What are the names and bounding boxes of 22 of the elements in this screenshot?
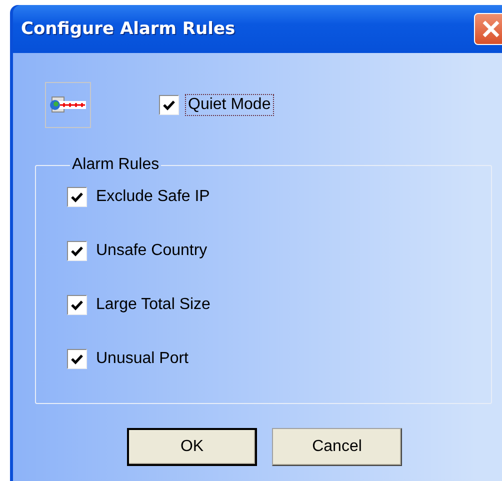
checkbox-label: Exclude Safe IP: [95, 187, 211, 207]
checkbox[interactable]: [67, 349, 87, 369]
checkbox[interactable]: [67, 187, 87, 207]
checkbox-label: Unsafe Country: [95, 241, 208, 261]
group-title: Alarm Rules: [71, 156, 160, 174]
checkbox-label: Quiet Mode: [185, 94, 274, 116]
check-icon: [71, 353, 83, 365]
check-icon: [71, 245, 83, 257]
check-icon: [71, 191, 83, 203]
checkbox-label: Unusual Port: [95, 349, 190, 369]
network-icon: [48, 95, 88, 115]
checkbox[interactable]: [159, 95, 179, 115]
window-title: Configure Alarm Rules: [21, 19, 236, 39]
check-icon: [163, 99, 175, 111]
close-button[interactable]: [474, 13, 502, 45]
cancel-button[interactable]: Cancel: [272, 428, 402, 466]
check-icon: [71, 299, 83, 311]
ok-button[interactable]: OK: [127, 428, 257, 466]
checkbox[interactable]: [67, 295, 87, 315]
close-icon: [481, 19, 501, 39]
checkbox[interactable]: [67, 241, 87, 261]
checkbox-label: Large Total Size: [95, 295, 212, 315]
